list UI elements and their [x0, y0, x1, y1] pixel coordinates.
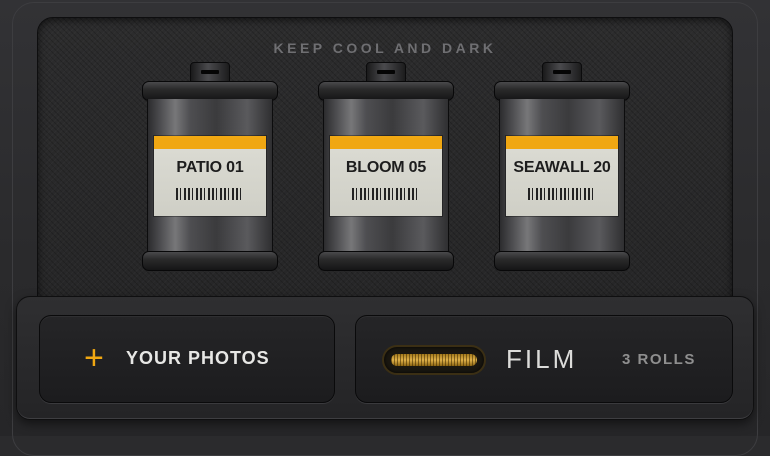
film-slot-icon — [382, 345, 486, 375]
canister-label: PATIO 01 — [154, 136, 266, 216]
canister-top-rim — [318, 81, 454, 101]
canister-top-rim — [494, 81, 630, 101]
label-accent-stripe — [330, 138, 442, 149]
your-photos-button[interactable]: + YOUR PHOTOS — [39, 315, 335, 403]
canister-name: PATIO 01 — [176, 159, 244, 176]
canister-body: PATIO 01 — [147, 99, 273, 253]
canister-bottom-rim — [494, 251, 630, 271]
canister-label: BLOOM 05 — [330, 136, 442, 216]
film-label: FILM — [506, 344, 578, 374]
canister-bottom-rim — [142, 251, 278, 271]
plus-icon: + — [84, 339, 104, 377]
canister-bottom-rim — [318, 251, 454, 271]
barcode-icon — [528, 188, 596, 200]
film-canister-seawall-20[interactable]: SEAWALL 20 — [494, 62, 630, 274]
shelf-title: KEEP COOL AND DARK — [273, 40, 497, 56]
canister-name: BLOOM 05 — [345, 159, 427, 176]
film-button[interactable]: FILM 3 ROLLS — [355, 315, 733, 403]
canister-name: SEAWALL 20 — [513, 159, 611, 176]
canister-body: SEAWALL 20 — [499, 99, 625, 253]
label-accent-stripe — [506, 138, 618, 149]
barcode-icon — [176, 188, 244, 200]
label-accent-stripe — [154, 138, 266, 149]
rolls-count: 3 ROLLS — [622, 351, 696, 368]
bottom-tray: + YOUR PHOTOS FILM 3 ROLLS — [16, 296, 754, 420]
canister-label: SEAWALL 20 — [506, 136, 618, 216]
canister-top-rim — [142, 81, 278, 101]
canister-body: BLOOM 05 — [323, 99, 449, 253]
barcode-icon — [352, 188, 420, 200]
film-canister-bloom-05[interactable]: BLOOM 05 — [318, 62, 454, 274]
your-photos-label: YOUR PHOTOS — [126, 348, 270, 368]
film-canister-patio-01[interactable]: PATIO 01 — [142, 62, 278, 274]
